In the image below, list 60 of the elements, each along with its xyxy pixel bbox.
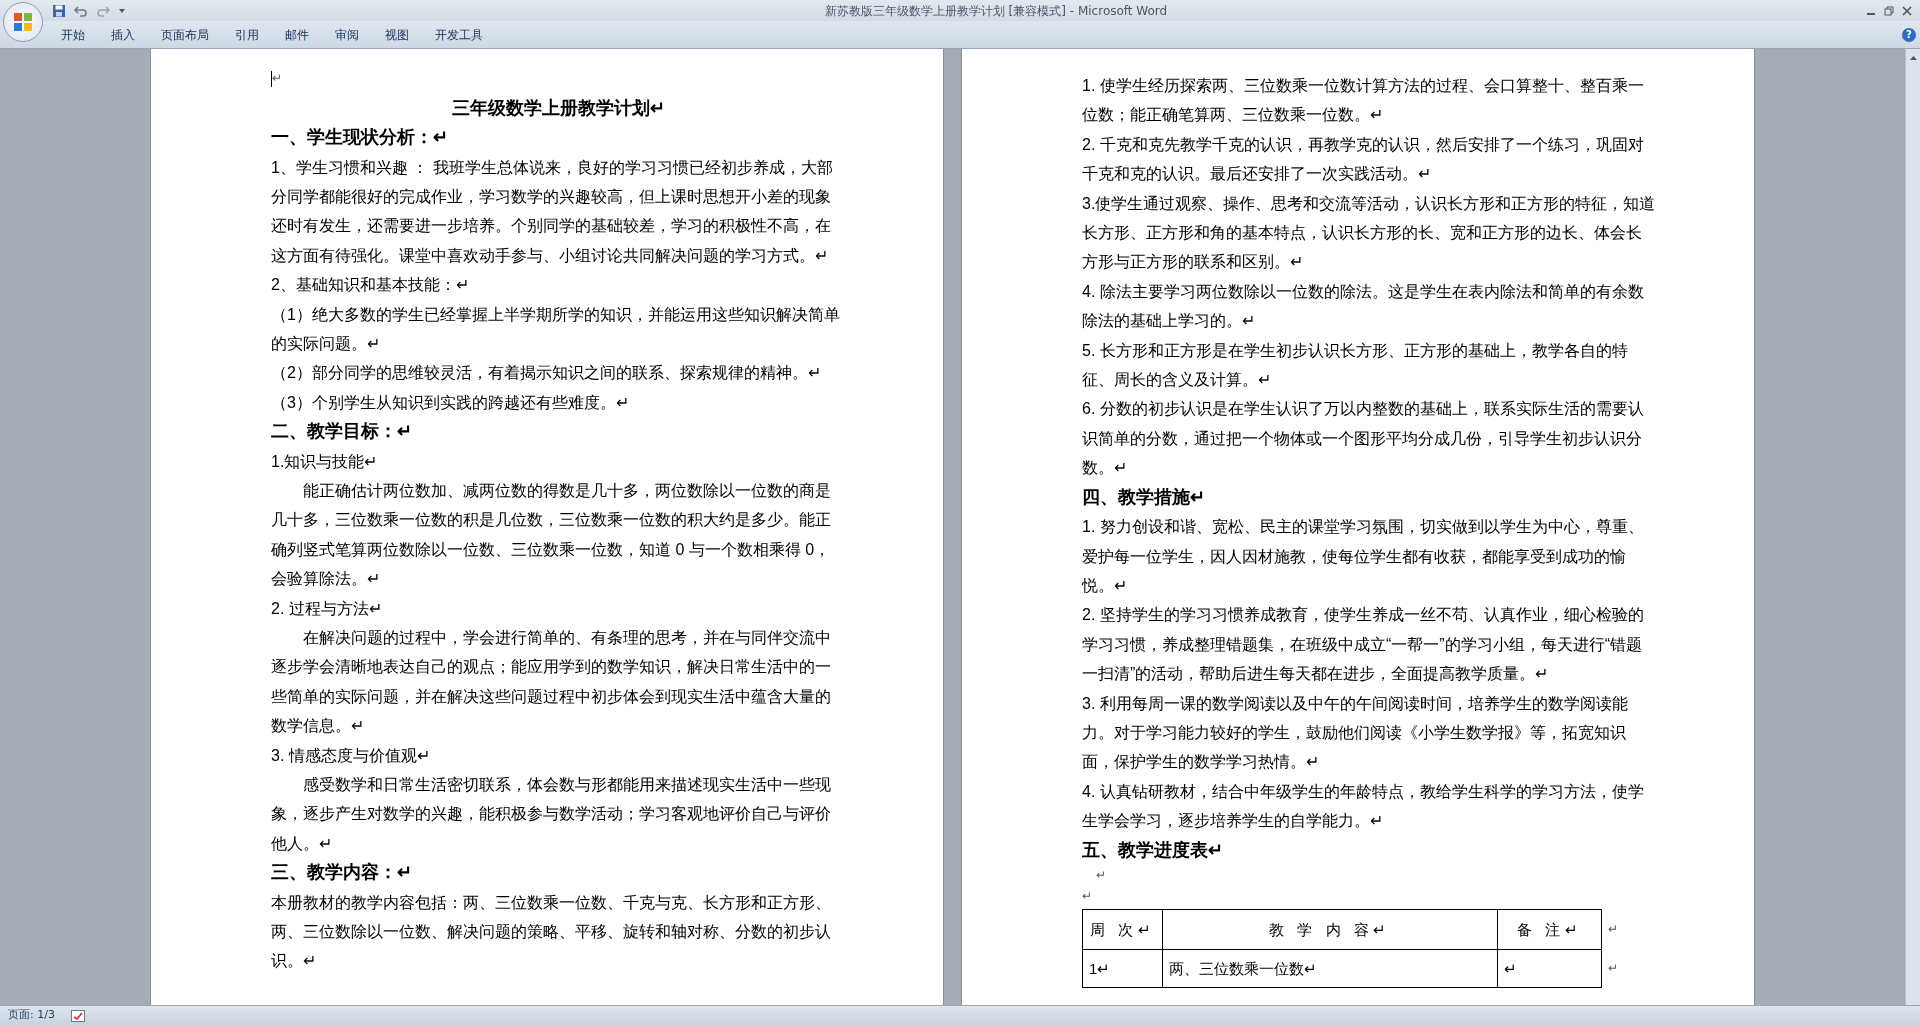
dropdown-icon[interactable] bbox=[118, 7, 126, 14]
section-heading: 二、教学目标：↵ bbox=[271, 420, 413, 444]
ribbon-tab[interactable]: 审阅 bbox=[322, 22, 372, 47]
paragraph: 1. 使学生经历探索两、三位数乘一位数计算方法的过程、会口算整十、整百乘一位数；能正确笔算两、三位数乘一位数。↵ bbox=[1082, 76, 1645, 126]
paragraph: 感受数学和日常生活密切联系，体会数与形都能用来描述现实生活中一些现象，逐步产生对数学的兴趣，能积极参与数学活动；学习客观地评价自己与评价他人。↵ bbox=[271, 775, 832, 854]
ribbon-tab[interactable]: 邮件 bbox=[272, 22, 322, 47]
paragraph: （3）个别学生从知识到实践的跨越还有些难度。↵ bbox=[271, 392, 630, 413]
paragraph: 5. 长方形和正方形是在学生初步认识长方形、正方形的基础上，教学各自的特征、周长的含义及计算。↵ bbox=[1082, 340, 1629, 391]
section-heading: 一、学生现状分析：↵ bbox=[271, 126, 449, 150]
paragraph: 1、学生习惯和兴趣 ： 我班学生总体说来，良好的学习习惯已经初步养成，大部分同学都能很好的完成作业，学习数学的兴趣较高，但上课时思想开小差的现象还时有发生，还需要进一步培养。个别同学的基础较差，学习的积极性不高，在这方面有待强化。课堂中喜欢动手参与、小组讨论共同解决问题的学习方式。↵ bbox=[271, 157, 834, 266]
window-title: 新苏教版三年级数学上册教学计划 [兼容模式] - Microsoft Word bbox=[823, 2, 1169, 20]
paragraph-mark: ↵ bbox=[1096, 866, 1106, 884]
paragraph: 3. 利用每周一课的数学阅读以及中午的午间阅读时间，培养学生的数学阅读能力。对于学习能力较好的学生，鼓励他们阅读《小学生数学报》等，拓宽知识面，保护学生的数学学习热情。↵ bbox=[1082, 693, 1629, 773]
column-header: 教 学 内 容↵ bbox=[1162, 909, 1498, 950]
paragraph: 能正确估计两位数加、减两位数的得数是几十多，两位数除以一位数的商是几十多，三位数乘一位数的积是几位数，三位数乘一位数的积大约是多少。能正确列竖式笔算两位数除以一位数、三位数乘一位数，知道 0 与一个数相乘得 0，会验算除法。↵ bbox=[271, 481, 832, 590]
office-logo-icon bbox=[13, 12, 33, 32]
paragraph: 3.使学生通过观察、操作、思考和交流等活动，认识长方形和正方形的特征，知道长方形、正方形和角的基本特点，认识长方形的长、宽和正方形的边长、体会长方形与正方形的联系和区别。↵ bbox=[1082, 193, 1656, 273]
ribbon-tab[interactable]: 页面布局 bbox=[148, 22, 222, 47]
document-title: 三年级数学上册教学计划↵ bbox=[450, 96, 666, 120]
ribbon-tab[interactable]: 开始 bbox=[48, 22, 98, 47]
help-button[interactable]: ? bbox=[1902, 27, 1916, 42]
column-header: 周 次↵ bbox=[1082, 909, 1163, 950]
proofing-icon[interactable] bbox=[70, 1009, 85, 1022]
table-cell: ↵ bbox=[1497, 949, 1602, 988]
ribbon-tab[interactable]: 视图 bbox=[372, 22, 422, 47]
paragraph: 4. 除法主要学习两位数除以一位数的除法。这是学生在表内除法和简单的有余数除法的基础上学习的。↵ bbox=[1082, 281, 1645, 332]
section-heading: 五、教学进度表↵ bbox=[1082, 838, 1224, 862]
vertical-scrollbar[interactable] bbox=[1905, 49, 1920, 1005]
paragraph: 本册教材的教学内容包括：两、三位数乘一位数、千克与克、长方形和正方形、两、三位数除以一位数、解决问题的策略、平移、旋转和轴对称、分数的初步认识。↵ bbox=[271, 892, 832, 972]
undo-icon[interactable] bbox=[74, 4, 88, 17]
row-mark: ↵ bbox=[1601, 909, 1628, 950]
office-button[interactable] bbox=[3, 2, 43, 42]
close-icon[interactable] bbox=[1902, 5, 1912, 16]
paragraph: 2. 坚持学生的学习习惯养成教育，使学生养成一丝不苟、认真作业，细心检验的学习习惯，养成整理错题集，在班级中成立“一帮一”的学习小组，每天进行“错题一扫清”的活动，帮助后进生每天都在进步，全面提高教学质量。↵ bbox=[1082, 605, 1645, 685]
save-icon[interactable] bbox=[52, 3, 66, 18]
restore-icon[interactable] bbox=[1884, 5, 1894, 16]
ribbon-tab[interactable]: 开发工具 bbox=[422, 22, 496, 47]
paragraph: 1. 努力创设和谐、宽松、民主的课堂学习氛围，切实做到以学生为中心，尊重、爱护每一位学生，因人因材施教，使每位学生都有收获，都能享受到成功的愉悦。↵ bbox=[1082, 517, 1645, 596]
table-cell: 两、三位数乘一位数↵ bbox=[1162, 949, 1498, 988]
paragraph: 3. 情感态度与价值观↵ bbox=[271, 745, 431, 766]
section-heading: 三、教学内容：↵ bbox=[271, 861, 413, 885]
paragraph: 4. 认真钻研教材，结合中年级学生的年龄特点，教给学生科学的学习方法，使学生学会学习，逐步培养学生的自学能力。↵ bbox=[1082, 781, 1645, 832]
section-heading: 四、教学措施↵ bbox=[1082, 485, 1206, 509]
row-mark: ↵ bbox=[1601, 949, 1628, 988]
paragraph: 2. 千克和克先教学千克的认识，再教学克的认识，然后安排了一个练习，巩固对千克和克的认识。最后还安排了一次实践活动。↵ bbox=[1082, 134, 1645, 185]
paragraph-mark: ↵ bbox=[1082, 887, 1092, 905]
paragraph: （2）部分同学的思维较灵活，有着揭示知识之间的联系、探索规律的精神。↵ bbox=[271, 363, 822, 384]
ribbon-tab[interactable]: 引用 bbox=[222, 22, 272, 47]
column-header: 备 注↵ bbox=[1497, 909, 1602, 950]
paragraph: 在解决问题的过程中，学会进行简单的、有条理的思考，并在与同伴交流中逐步学会清晰地表达自己的观点；能应用学到的数学知识，解决日常生活中的一些简单的实际问题，并在解决这些问题过程中初步体会到现实生活中蕴含大量的数学信息。↵ bbox=[271, 628, 832, 737]
ribbon-tab[interactable]: 插入 bbox=[98, 22, 148, 47]
paragraph: 2. 过程与方法↵ bbox=[271, 598, 383, 619]
table-cell: 1↵ bbox=[1082, 949, 1163, 988]
paragraph-mark: ↵ bbox=[272, 70, 282, 87]
paragraph: 6. 分数的初步认识是在学生认识了万以内整数的基础上，联系实际生活的需要认识简单的分数，通过把一个物体或一个图形平均分成几份，引导学生初步认识分数。↵ bbox=[1082, 399, 1645, 479]
scroll-up-icon[interactable] bbox=[1908, 55, 1918, 61]
paragraph: （1）绝大多数的学生已经掌握上半学期所学的知识，并能运用这些知识解决简单的实际问题。↵ bbox=[271, 304, 841, 354]
page-indicator[interactable]: 页面: 1/3 bbox=[8, 1007, 55, 1024]
paragraph: 2、基础知识和基本技能：↵ bbox=[271, 275, 470, 296]
paragraph: 1.知识与技能↵ bbox=[271, 451, 379, 472]
